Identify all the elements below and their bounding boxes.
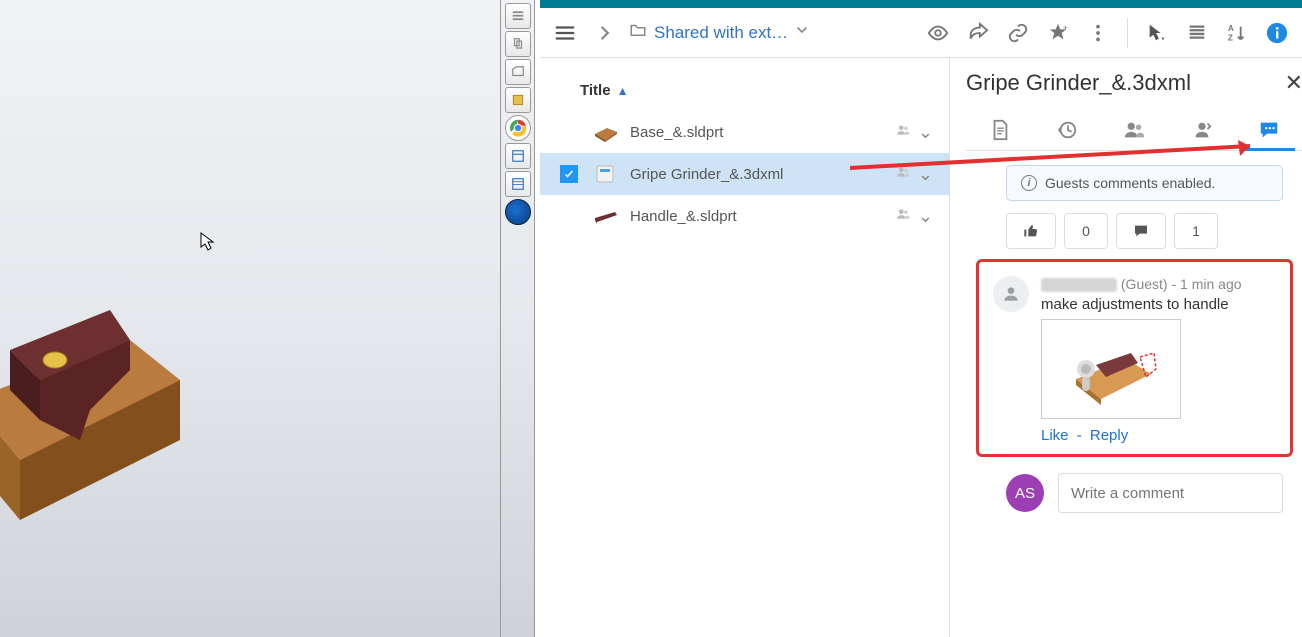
people-icon <box>894 207 912 225</box>
file-row[interactable]: Handle_&.sldprt ⌄ <box>540 195 949 237</box>
link-icon[interactable] <box>1001 16 1035 50</box>
svg-text:A: A <box>1228 24 1234 33</box>
checkbox[interactable] <box>560 165 578 183</box>
chrome-icon[interactable] <box>505 115 531 141</box>
comment-time: 1 min ago <box>1180 276 1241 292</box>
tab-history[interactable] <box>1047 110 1087 150</box>
page-title: Gripe Grinder_&.3dxml <box>966 70 1191 96</box>
dash: - <box>1077 427 1082 444</box>
divider <box>1127 18 1128 48</box>
guest-banner: i Guests comments enabled. <box>1006 165 1283 201</box>
tab-activity[interactable] <box>1182 110 1222 150</box>
svg-text:Z: Z <box>1228 33 1233 42</box>
chevron-right-icon[interactable] <box>588 16 622 50</box>
list-lines-icon[interactable] <box>1180 16 1214 50</box>
file-name: Base_&.sldprt <box>630 124 888 141</box>
avatar: AS <box>1006 474 1044 512</box>
cursor-icon <box>200 232 216 257</box>
tab-comments[interactable] <box>1249 110 1289 150</box>
svg-text:+: + <box>1063 23 1068 33</box>
folder-icon <box>628 21 648 44</box>
like-count: 0 <box>1064 213 1108 249</box>
vtool-4[interactable] <box>505 87 531 113</box>
star-plus-icon[interactable]: + <box>1041 16 1075 50</box>
stats-row: 0 1 <box>1006 213 1283 249</box>
comment-item: (Guest) - 1 min ago make adjustments to … <box>993 276 1276 444</box>
file-name: Handle_&.sldprt <box>630 208 888 225</box>
sort-asc-icon: ▲ <box>617 84 629 98</box>
avatar <box>993 276 1029 312</box>
share-icon[interactable] <box>961 16 995 50</box>
vtool-7[interactable] <box>505 171 531 197</box>
like-button[interactable] <box>1006 213 1056 249</box>
part-icon <box>592 121 620 143</box>
vtool-2[interactable] <box>505 31 531 57</box>
breadcrumb[interactable]: Shared with ext… <box>628 21 915 44</box>
comment-button[interactable] <box>1116 213 1166 249</box>
cursor-dropdown-icon[interactable] <box>1140 16 1174 50</box>
hamburger-icon[interactable] <box>548 16 582 50</box>
reply-link[interactable]: Reply <box>1090 427 1128 444</box>
more-icon[interactable] <box>1081 16 1115 50</box>
file-name: Gripe Grinder_&.3dxml <box>630 166 888 183</box>
guest-banner-text: Guests comments enabled. <box>1045 175 1215 191</box>
info-circle-icon: i <box>1021 175 1037 191</box>
vtool-6[interactable] <box>505 143 531 169</box>
comment-actions: Like - Reply <box>1041 427 1276 444</box>
top-toolbar: Shared with ext… + AZ <box>540 8 1302 58</box>
guest-badge: (Guest) <box>1121 276 1168 292</box>
comment-attachment[interactable] <box>1041 319 1181 419</box>
column-title: Title <box>580 82 611 99</box>
comment-text: make adjustments to handle <box>1041 296 1276 313</box>
chevron-down-icon[interactable]: ⌄ <box>912 164 939 185</box>
cad-viewport[interactable] <box>0 0 500 637</box>
chevron-down-icon[interactable] <box>794 22 810 43</box>
file-list: Title ▲ Base_&.sldprt ⌄ <box>540 58 950 637</box>
eye-icon[interactable] <box>921 16 955 50</box>
tab-people[interactable] <box>1114 110 1154 150</box>
people-icon <box>894 165 912 183</box>
file-row[interactable]: Base_&.sldprt ⌄ <box>540 111 949 153</box>
comment-count: 1 <box>1174 213 1218 249</box>
vertical-toolbar <box>500 0 535 637</box>
teal-accent-bar <box>540 0 1302 8</box>
redacted-name <box>1041 278 1117 292</box>
close-icon[interactable]: ✕ <box>1285 70 1302 96</box>
comment-input[interactable] <box>1058 473 1283 513</box>
info-icon[interactable] <box>1260 16 1294 50</box>
globe-icon[interactable] <box>505 199 531 225</box>
sort-az-icon[interactable]: AZ <box>1220 16 1254 50</box>
file-row[interactable]: Gripe Grinder_&.3dxml ⌄ <box>540 153 949 195</box>
detail-tabs <box>966 106 1302 151</box>
part-icon <box>592 205 620 227</box>
chevron-down-icon[interactable]: ⌄ <box>912 122 939 143</box>
vtool-3[interactable] <box>505 59 531 85</box>
people-icon <box>894 123 912 141</box>
details-panel: Gripe Grinder_&.3dxml ✕ i Guests comment… <box>950 58 1302 637</box>
breadcrumb-label: Shared with ext… <box>654 23 788 43</box>
tab-details[interactable] <box>980 110 1020 150</box>
like-link[interactable]: Like <box>1041 427 1069 444</box>
comment-highlight: (Guest) - 1 min ago make adjustments to … <box>976 259 1293 457</box>
write-comment-row: AS <box>1006 473 1283 513</box>
vtool-1[interactable] <box>505 3 531 29</box>
model-3d <box>0 260 220 545</box>
chevron-down-icon[interactable]: ⌄ <box>912 206 939 227</box>
collab-panel: Shared with ext… + AZ <box>540 0 1302 637</box>
comment-meta: (Guest) - 1 min ago <box>1041 276 1276 292</box>
xml-icon <box>592 163 620 185</box>
list-header[interactable]: Title ▲ <box>540 74 949 111</box>
